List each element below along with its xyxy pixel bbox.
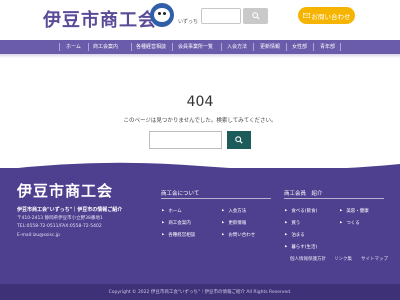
footer-link-contact[interactable]: お問い合わせ bbox=[222, 232, 255, 238]
footer-members-rule bbox=[284, 198, 384, 199]
footer-email[interactable]: E-mail:izu@ssisc.jp bbox=[17, 233, 60, 238]
contact-button[interactable]: お問い合わせ bbox=[298, 7, 355, 24]
site-logo[interactable]: 伊豆市商工会 bbox=[43, 6, 157, 32]
footer-members-heading: 商工会員 紹介 bbox=[284, 191, 323, 197]
footer-sitemap-link[interactable]: サイトマップ bbox=[361, 256, 388, 262]
footer-logo[interactable]: 伊豆市商工会 bbox=[17, 180, 113, 201]
nav-item-women[interactable]: 女性部 bbox=[292, 40, 307, 54]
nav-item-updates[interactable]: 更新情報 bbox=[260, 40, 280, 54]
footer-link-living[interactable]: 暮らす(生活) bbox=[285, 244, 317, 250]
footer-link-eat[interactable]: 食べる(飲食) bbox=[285, 208, 317, 214]
main-nav: ホーム 商工会案内 各種経営相談 会員事業所一覧 入会方法 更新情報 女性部 青… bbox=[0, 40, 400, 54]
search-icon bbox=[235, 136, 243, 144]
footer-wave bbox=[0, 162, 400, 182]
nav-item-join[interactable]: 入会方法 bbox=[227, 40, 247, 54]
footer-link-stay[interactable]: 泊まる bbox=[285, 232, 305, 238]
search-icon bbox=[251, 12, 260, 20]
site-header: 伊豆市商工会 いずっち お問い合わせ bbox=[0, 0, 400, 38]
nav-item-about[interactable]: 商工会案内 bbox=[93, 40, 118, 54]
copyright: Copyright © 2022 伊豆市商工会"いずっち"｜伊豆市の情報ご紹介 … bbox=[108, 290, 292, 295]
nav-item-youth[interactable]: 青年部 bbox=[320, 40, 335, 54]
footer-about-heading: 商工会について bbox=[161, 191, 200, 197]
footer-description: 伊豆市商工会"いずっち"｜伊豆市の情報ご紹介 bbox=[17, 207, 123, 213]
footer-link-consulting[interactable]: 各種経営相談 bbox=[162, 232, 195, 238]
mascot-icon bbox=[150, 3, 174, 27]
footer-about-rule bbox=[161, 198, 271, 199]
nav-shadow bbox=[0, 54, 400, 58]
header-search-input[interactable] bbox=[201, 8, 241, 24]
footer-address: 〒410-2413 静岡県伊豆市小立野38番地1 bbox=[17, 216, 103, 221]
nav-item-home[interactable]: ホーム bbox=[66, 40, 81, 54]
footer-link-about[interactable]: 商工会案内 bbox=[162, 220, 191, 226]
nav-item-members[interactable]: 会員事業所一覧 bbox=[178, 40, 213, 54]
search-input[interactable] bbox=[149, 131, 222, 149]
footer-link-home[interactable]: ホーム bbox=[162, 208, 181, 214]
error-code: 404 bbox=[186, 94, 214, 110]
mail-icon bbox=[302, 13, 310, 18]
error-message: このページは見つかりませんでした。検索してみてください。 bbox=[123, 118, 277, 124]
footer-privacy-link[interactable]: 個人情報保護方針 bbox=[290, 256, 326, 262]
footer-link-beauty[interactable]: 美容・健康 bbox=[340, 208, 369, 214]
mascot-label: いずっち bbox=[178, 19, 199, 25]
footer-links-link[interactable]: リンク集 bbox=[334, 256, 352, 262]
contact-label: お問い合わせ bbox=[311, 12, 351, 21]
footer-phone: TEL:0558-72-0511/FAX:0558-72-5402 bbox=[17, 224, 102, 229]
header-search-button[interactable] bbox=[243, 8, 268, 24]
footer-link-make[interactable]: つくる bbox=[340, 220, 359, 226]
nav-item-consulting[interactable]: 各種経営相談 bbox=[136, 40, 166, 54]
footer-link-buy[interactable]: 買う bbox=[285, 220, 300, 226]
footer-link-updates[interactable]: 更新情報 bbox=[222, 220, 246, 226]
footer-link-join[interactable]: 入会方法 bbox=[222, 208, 246, 214]
search-button[interactable] bbox=[227, 131, 251, 149]
